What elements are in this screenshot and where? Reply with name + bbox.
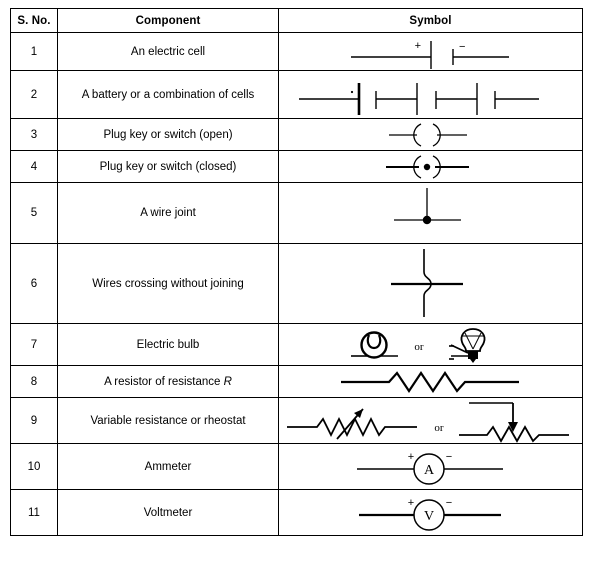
- voltmeter-letter-label: V: [423, 509, 433, 524]
- row-symbol-cell: [278, 365, 583, 398]
- column-header-symbol: Symbol: [278, 8, 583, 33]
- bulb-pictorial-glyph: [448, 327, 485, 363]
- table-header: S. No. Component Symbol: [10, 8, 583, 33]
- row-symbol-cell: [278, 182, 583, 244]
- table-row: 4 Plug key or switch (closed): [10, 150, 583, 183]
- circuit-symbols-table: S. No. Component Symbol 1 An electric ce…: [10, 8, 583, 536]
- bulb-or-label: or: [414, 341, 424, 353]
- voltmeter-minus-label: −: [445, 497, 451, 509]
- row-component-name: An electric cell: [57, 32, 279, 71]
- table-row: 7 Electric bulb or: [10, 323, 583, 366]
- rheostat-or-label: or: [434, 422, 444, 434]
- row-symbol-cell: A + −: [278, 443, 583, 490]
- row-symbol-cell: or: [278, 323, 583, 366]
- table-body: 1 An electric cell + − 2 A battery or a …: [10, 32, 583, 536]
- row-component-name: Ammeter: [57, 443, 279, 490]
- column-header-sno: S. No.: [10, 8, 58, 33]
- table-row: 5 A wire joint: [10, 182, 583, 244]
- row-component-name: Voltmeter: [57, 489, 279, 536]
- voltmeter-symbol: V + −: [358, 497, 501, 531]
- row-symbol-cell: V + −: [278, 489, 583, 536]
- row-symbol-cell: or: [278, 397, 583, 444]
- electric-cell-symbol: + −: [350, 40, 509, 69]
- table-header-row: S. No. Component Symbol: [10, 8, 583, 33]
- row-symbol-cell: + −: [278, 32, 583, 71]
- bulb-schematic-glyph: [350, 330, 398, 359]
- table-row: 11 Voltmeter V + −: [10, 489, 583, 536]
- component-variable: R: [223, 375, 232, 388]
- ammeter-plus-label: +: [407, 451, 413, 463]
- rheostat-arrow-variant: [286, 407, 417, 440]
- row-serial-number: 1: [10, 32, 58, 71]
- row-component-name: Variable resistance or rheostat: [57, 397, 279, 444]
- column-header-component: Component: [57, 8, 279, 33]
- row-component-name: Plug key or switch (open): [57, 118, 279, 151]
- row-serial-number: 3: [10, 118, 58, 151]
- plug-key-open-symbol: [388, 122, 467, 147]
- electric-bulb-symbol: or: [350, 327, 485, 363]
- row-serial-number: 8: [10, 365, 58, 398]
- cell-plus-label: +: [414, 40, 420, 52]
- ammeter-letter-label: A: [423, 463, 434, 478]
- row-component-name: Wires crossing without joining: [57, 243, 279, 324]
- battery-symbol: [298, 82, 539, 115]
- row-component-name: Plug key or switch (closed): [57, 150, 279, 183]
- row-serial-number: 2: [10, 70, 58, 119]
- voltmeter-plus-label: +: [407, 497, 413, 509]
- row-symbol-cell: [278, 150, 583, 183]
- row-component-name: A wire joint: [57, 182, 279, 244]
- row-serial-number: 4: [10, 150, 58, 183]
- row-serial-number: 9: [10, 397, 58, 444]
- row-component-name: A resistor of resistance R: [57, 365, 279, 398]
- row-serial-number: 11: [10, 489, 58, 536]
- row-serial-number: 7: [10, 323, 58, 366]
- row-serial-number: 10: [10, 443, 58, 490]
- ammeter-symbol: A + −: [356, 451, 503, 485]
- table-row: 2 A battery or a combination of cells: [10, 70, 583, 119]
- row-serial-number: 6: [10, 243, 58, 324]
- table-row: 6 Wires crossing without joining: [10, 243, 583, 324]
- row-component-name: Electric bulb: [57, 323, 279, 366]
- resistor-symbol: [340, 370, 519, 393]
- row-symbol-cell: [278, 70, 583, 119]
- table-row: 3 Plug key or switch (open): [10, 118, 583, 151]
- row-component-label: A resistor of resistance R: [104, 375, 232, 388]
- page-canvas: S. No. Component Symbol 1 An electric ce…: [0, 0, 599, 569]
- rheostat-symbol: or: [286, 401, 569, 443]
- cell-minus-label: −: [459, 41, 465, 53]
- row-symbol-cell: [278, 118, 583, 151]
- row-symbol-cell: [278, 243, 583, 324]
- plug-key-closed-symbol: [385, 154, 469, 179]
- row-component-name: A battery or a combination of cells: [57, 70, 279, 119]
- table-row: 9 Variable resistance or rheostat or: [10, 397, 583, 444]
- ammeter-minus-label: −: [445, 451, 451, 463]
- table-row: 10 Ammeter A + −: [10, 443, 583, 490]
- rheostat-slider-variant: [458, 401, 569, 443]
- row-serial-number: 5: [10, 182, 58, 244]
- table-row: 8 A resistor of resistance R: [10, 365, 583, 398]
- wire-joint-symbol: [393, 188, 461, 225]
- table-row: 1 An electric cell + −: [10, 32, 583, 71]
- wires-crossing-symbol: [390, 248, 463, 317]
